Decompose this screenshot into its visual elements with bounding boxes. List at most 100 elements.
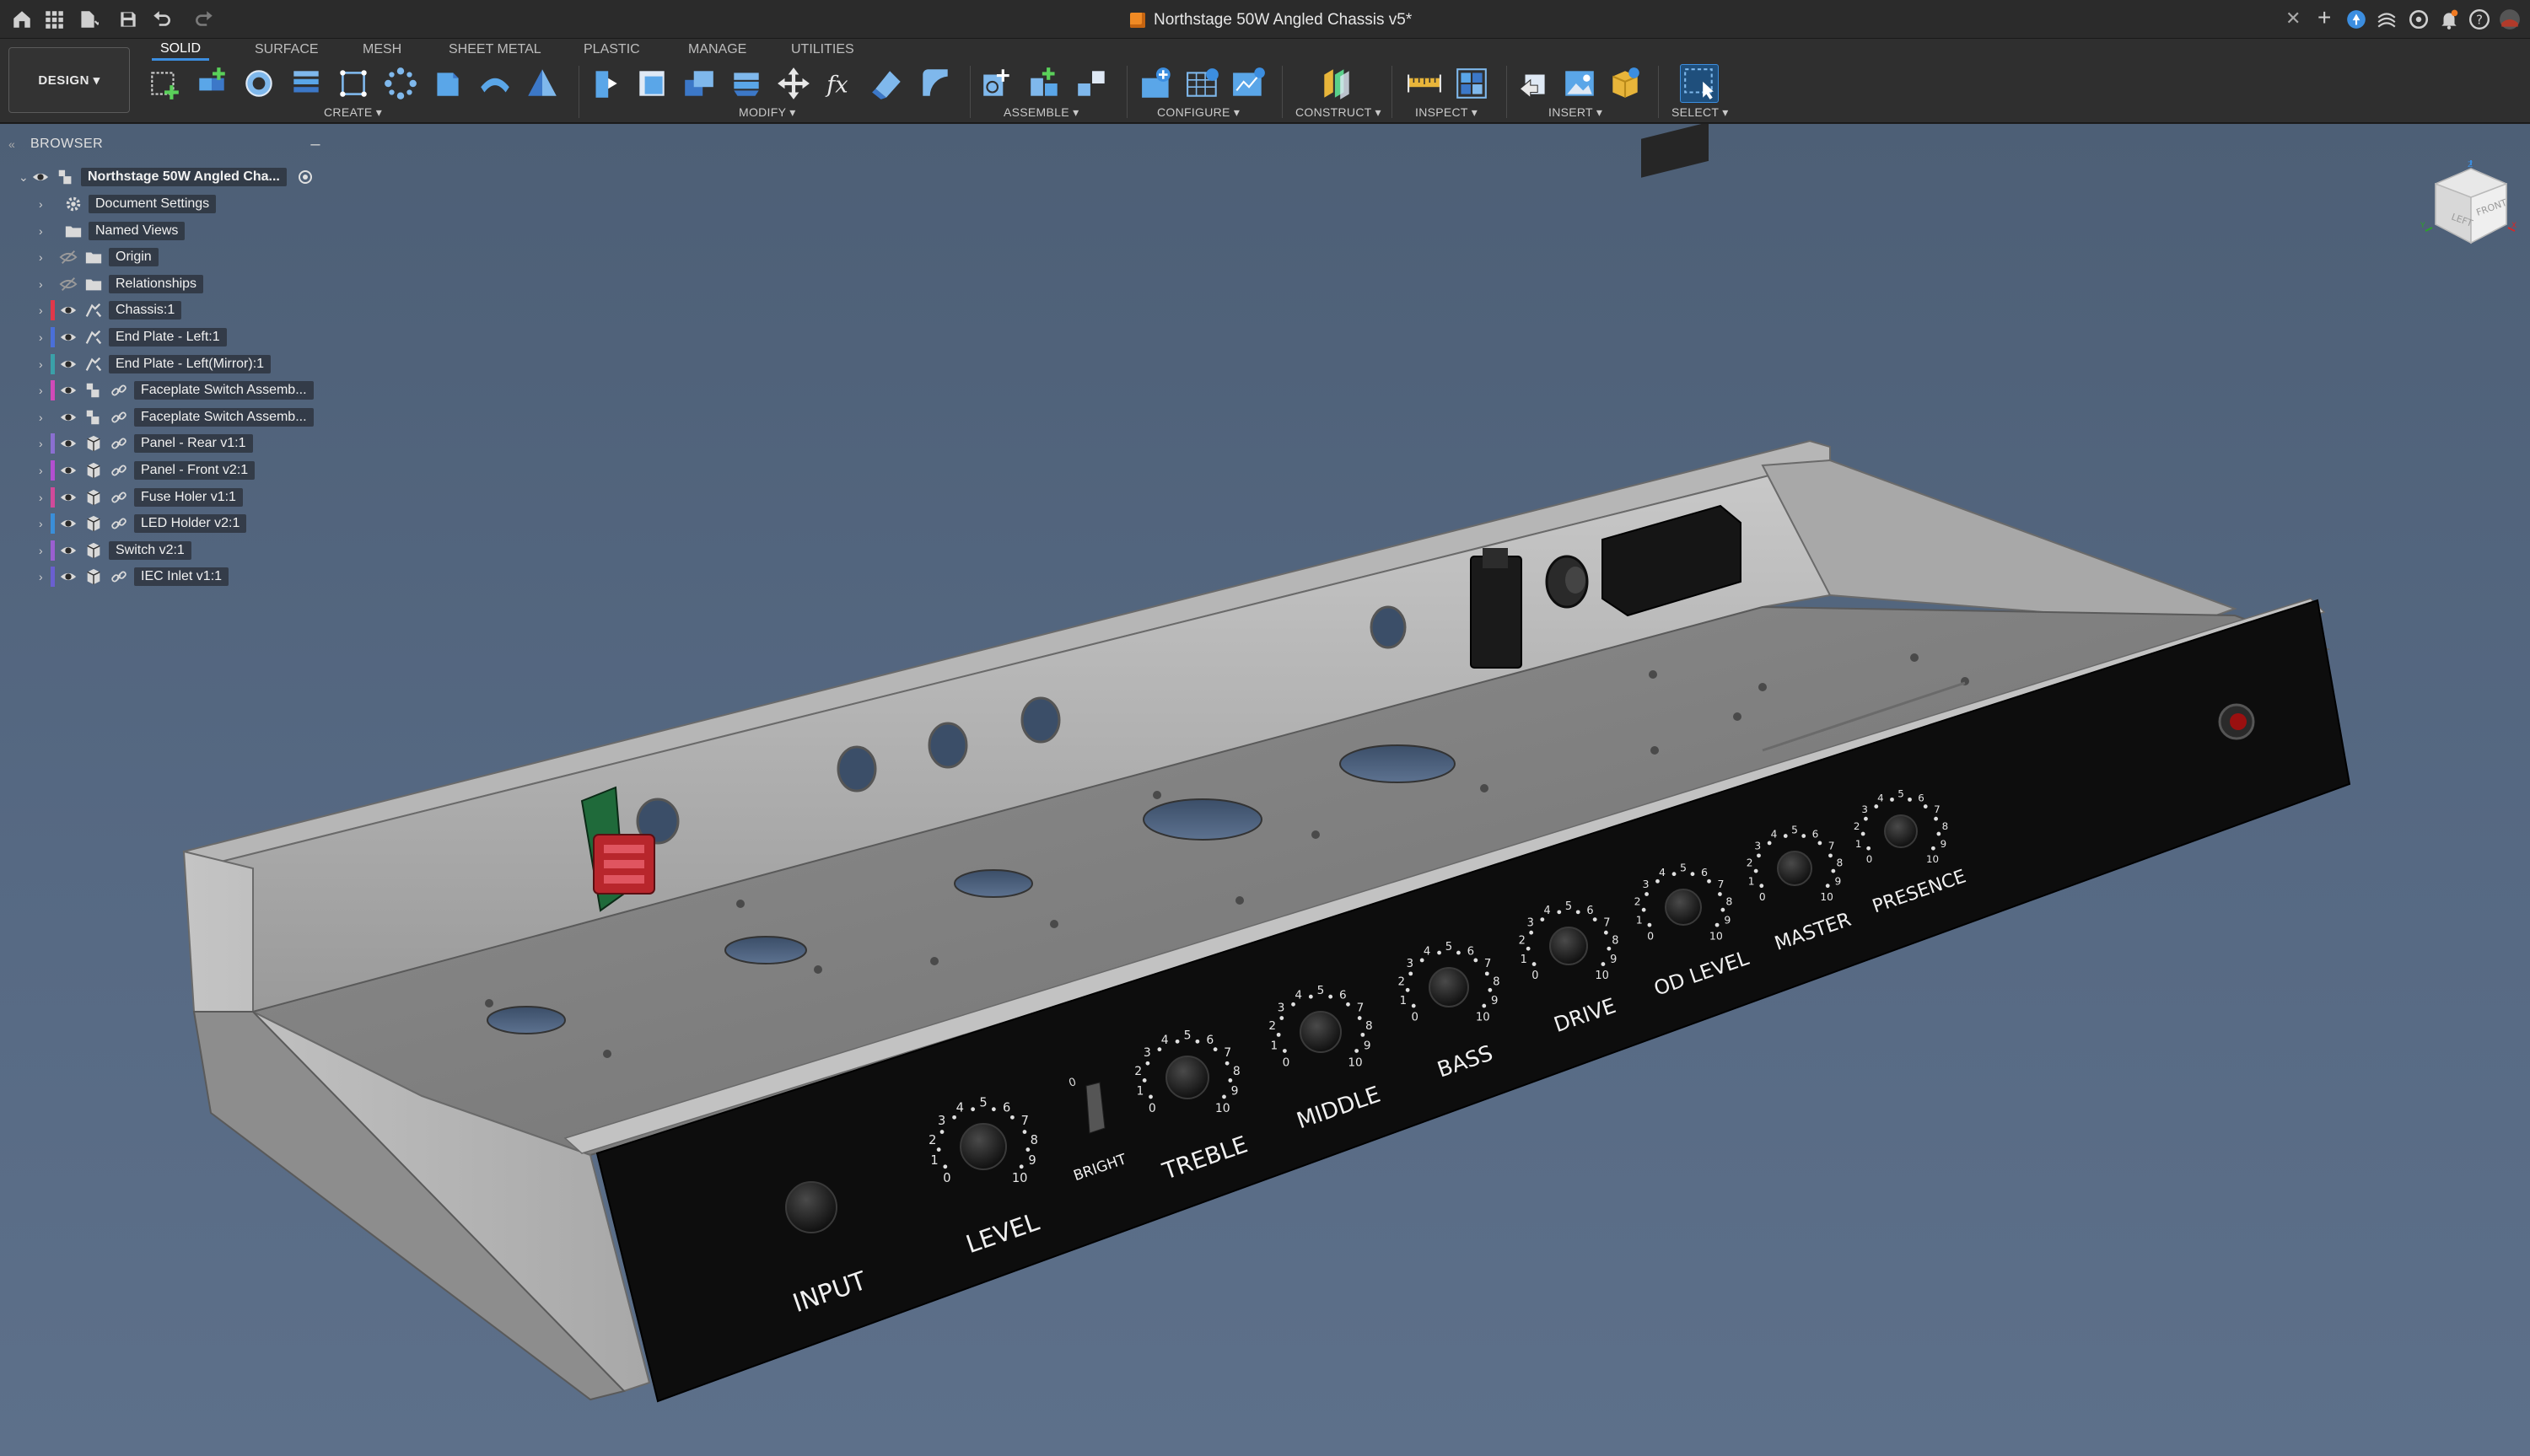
assemble-menu[interactable]: ASSEMBLE ▾ xyxy=(1004,105,1079,120)
chevron-right-icon[interactable]: › xyxy=(39,197,51,211)
new-component-assemble-icon[interactable] xyxy=(978,64,1017,103)
browser-item[interactable]: › Named Views xyxy=(39,220,186,242)
redo-icon[interactable] xyxy=(191,6,218,33)
browser-item[interactable]: › Panel - Front v2:1 xyxy=(39,459,256,481)
help-icon[interactable]: ? xyxy=(2466,6,2493,33)
chevron-right-icon[interactable]: › xyxy=(39,224,51,238)
sweep-icon[interactable] xyxy=(334,64,373,103)
eye-icon[interactable] xyxy=(30,168,51,186)
document-tab[interactable]: Northstage 50W Angled Chassis v5* xyxy=(1130,7,1412,34)
view-cube[interactable]: LEFT FRONT Z Y X xyxy=(2419,160,2520,253)
tab-sheet-metal[interactable]: SHEET METAL xyxy=(440,39,550,61)
chevron-right-icon[interactable]: › xyxy=(39,277,51,291)
notifications-icon[interactable] xyxy=(2436,6,2463,33)
browser-item[interactable]: › Fuse Holer v1:1 xyxy=(39,486,243,508)
chevron-right-icon[interactable]: › xyxy=(39,357,51,371)
move-copy-icon[interactable] xyxy=(774,64,813,103)
job-status-icon[interactable] xyxy=(2373,6,2400,33)
joint-icon[interactable] xyxy=(1025,64,1064,103)
browser-item[interactable]: › LED Holder v2:1 xyxy=(39,513,247,535)
create-sketch-icon[interactable] xyxy=(145,64,184,103)
create-menu[interactable]: CREATE ▾ xyxy=(324,105,382,120)
configure-grid-icon[interactable] xyxy=(1184,64,1223,103)
eye-hidden-icon[interactable] xyxy=(58,248,78,266)
browser-root-item[interactable]: ⌄ Northstage 50W Angled Cha... xyxy=(19,166,312,188)
eye-icon[interactable] xyxy=(58,328,78,347)
undo-icon[interactable] xyxy=(148,6,175,33)
home-icon[interactable] xyxy=(8,6,35,33)
insert-derive-icon[interactable] xyxy=(1515,64,1553,103)
interference-icon[interactable] xyxy=(1452,64,1491,103)
chevron-right-icon[interactable]: › xyxy=(39,437,51,450)
chevron-down-icon[interactable]: ⌄ xyxy=(19,170,30,185)
modify-menu[interactable]: MODIFY ▾ xyxy=(739,105,796,120)
insert-menu[interactable]: INSERT ▾ xyxy=(1548,105,1602,120)
fillet-icon[interactable] xyxy=(632,64,671,103)
eye-icon[interactable] xyxy=(58,381,78,400)
inspect-menu[interactable]: INSPECT ▾ xyxy=(1415,105,1478,120)
eye-icon[interactable] xyxy=(58,408,78,427)
chevron-right-icon[interactable]: › xyxy=(39,330,51,344)
tab-plastic[interactable]: PLASTIC xyxy=(575,39,649,61)
eye-icon[interactable] xyxy=(58,434,78,453)
offset-plane-icon[interactable] xyxy=(1317,64,1356,103)
browser-item[interactable]: › Relationships xyxy=(39,273,204,295)
browser-item[interactable]: › Faceplate Switch Assemb... xyxy=(39,406,314,428)
extrude-icon[interactable] xyxy=(240,64,278,103)
construct-menu[interactable]: CONSTRUCT ▾ xyxy=(1295,105,1381,120)
chevron-right-icon[interactable]: › xyxy=(39,464,51,477)
active-radio-icon[interactable] xyxy=(298,170,312,184)
shell-icon[interactable] xyxy=(680,64,719,103)
configure-menu[interactable]: CONFIGURE ▾ xyxy=(1157,105,1240,120)
tab-surface[interactable]: SURFACE xyxy=(246,39,327,61)
new-tab-icon[interactable]: + xyxy=(2317,4,2331,31)
tab-solid[interactable]: SOLID xyxy=(152,39,210,61)
as-built-joint-icon[interactable] xyxy=(1073,64,1112,103)
pattern-icon[interactable] xyxy=(381,64,420,103)
chassis-model[interactable]: INPUT01234 5 678910LEVEL0BRIGHT01234 5 67891… xyxy=(0,124,2530,1456)
browser-item[interactable]: › Panel - Rear v1:1 xyxy=(39,433,253,454)
eye-icon[interactable] xyxy=(58,514,78,533)
box-icon[interactable] xyxy=(428,64,467,103)
configure-table-icon[interactable] xyxy=(1138,64,1177,103)
press-pull-icon[interactable] xyxy=(585,64,624,103)
split-body-icon[interactable] xyxy=(869,64,907,103)
new-component-icon[interactable] xyxy=(192,64,231,103)
browser-item[interactable]: › Switch v2:1 xyxy=(39,540,191,561)
measure-icon[interactable] xyxy=(1405,64,1444,103)
clock-icon[interactable] xyxy=(2405,6,2432,33)
browser-item[interactable]: › End Plate - Left(Mirror):1 xyxy=(39,353,272,375)
insert-image-icon[interactable] xyxy=(1560,64,1599,103)
user-avatar[interactable] xyxy=(2496,6,2523,33)
loft-icon[interactable] xyxy=(476,64,514,103)
eye-icon[interactable] xyxy=(58,355,78,373)
chevron-right-icon[interactable]: › xyxy=(39,411,51,424)
browser-item[interactable]: › Document Settings xyxy=(39,193,217,215)
chevron-right-icon[interactable]: › xyxy=(39,491,51,504)
app-grid-icon[interactable] xyxy=(40,6,67,33)
chevron-right-icon[interactable]: › xyxy=(39,250,51,264)
browser-item[interactable]: › End Plate - Left:1 xyxy=(39,326,227,348)
eye-icon[interactable] xyxy=(58,461,78,480)
parameters-icon[interactable]: fx xyxy=(821,64,860,103)
minimize-panel-icon[interactable]: – xyxy=(310,135,320,154)
select-window-icon[interactable] xyxy=(1680,64,1719,103)
chevron-right-icon[interactable]: › xyxy=(39,517,51,530)
mirror-icon[interactable] xyxy=(523,64,562,103)
save-icon[interactable] xyxy=(115,6,142,33)
insert-mcmaster-icon[interactable] xyxy=(1606,64,1644,103)
tab-utilities[interactable]: UTILITIES xyxy=(783,39,863,61)
close-tab-icon[interactable]: ✕ xyxy=(2285,8,2301,30)
select-menu[interactable]: SELECT ▾ xyxy=(1671,105,1729,120)
3d-viewport[interactable]: INPUT 0 1 2 3 4 5 6 7 8 9 10 LEVEL 0 BRIGHT 0 1 2 3 4 5 6 7 8 9 1… xyxy=(0,124,2530,1456)
workspace-switcher-button[interactable]: DESIGN ▾ xyxy=(8,47,130,113)
eye-icon[interactable] xyxy=(58,301,78,320)
eye-icon[interactable] xyxy=(58,488,78,507)
chevron-right-icon[interactable]: › xyxy=(39,570,51,583)
collapse-panel-icon[interactable]: « xyxy=(8,137,15,151)
eye-icon[interactable] xyxy=(58,541,78,560)
combine-icon[interactable] xyxy=(727,64,766,103)
configure-rule-icon[interactable] xyxy=(1230,64,1268,103)
revolve-icon[interactable] xyxy=(287,64,326,103)
file-menu-icon[interactable] xyxy=(74,6,101,33)
